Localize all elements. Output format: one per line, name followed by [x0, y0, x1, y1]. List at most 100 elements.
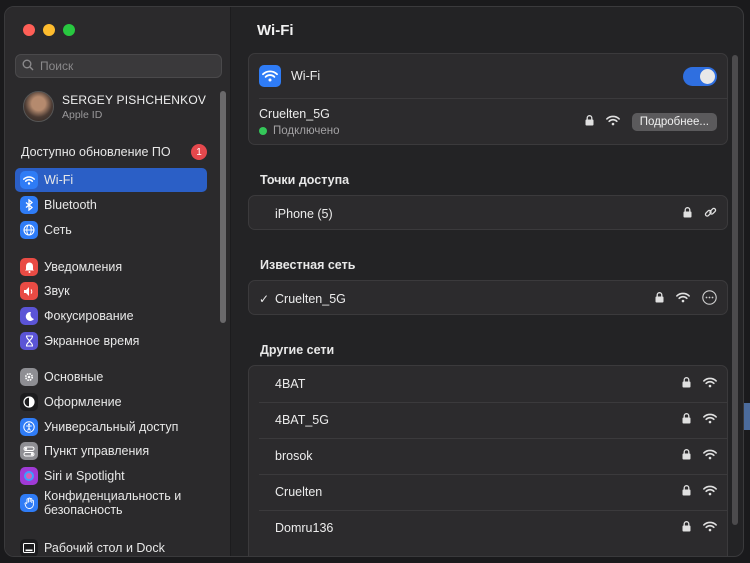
- dock-icon: [20, 539, 38, 556]
- network-row[interactable]: 4BAT: [249, 366, 727, 402]
- wifi-label: Wi-Fi: [291, 69, 321, 83]
- siri-icon: [20, 467, 38, 485]
- known-network-name: Cruelten_5G: [275, 291, 346, 306]
- wifi-signal-icon: [676, 292, 690, 306]
- lock-icon: [655, 291, 664, 306]
- search-input[interactable]: [40, 59, 210, 73]
- connection-status: Подключено: [273, 125, 340, 137]
- connected-status-dot: [259, 127, 267, 135]
- sidebar-item-2[interactable]: Сеть: [15, 218, 207, 242]
- avatar: [23, 91, 54, 122]
- wifi-icon: [259, 65, 281, 87]
- minimize-window-button[interactable]: [43, 24, 55, 36]
- sidebar-item-label: Универсальный доступ: [44, 420, 179, 434]
- sidebar-item-label: Уведомления: [44, 260, 123, 274]
- wifi-signal-icon: [703, 521, 717, 535]
- update-count-badge: 1: [191, 144, 207, 160]
- sidebar-item-5[interactable]: Фокусирование: [15, 304, 207, 328]
- lock-icon: [683, 206, 692, 221]
- software-update-item[interactable]: Доступно обновление ПО 1: [21, 144, 207, 160]
- hotspot-name: iPhone (5): [275, 206, 333, 221]
- sidebar-item-4[interactable]: Звук: [15, 279, 207, 303]
- wifi-icon: [20, 171, 38, 189]
- globe-icon: [20, 221, 38, 239]
- sidebar-item-label: Пункт управления: [44, 444, 150, 458]
- bell-icon: [20, 258, 38, 276]
- zoom-window-button[interactable]: [63, 24, 75, 36]
- sidebar-item-12[interactable]: Конфиденциальность и безопасность: [15, 489, 207, 517]
- sidebar-item-label: Bluetooth: [44, 198, 97, 212]
- known-network-row[interactable]: ✓ Cruelten_5G: [249, 281, 727, 316]
- network-row[interactable]: 4BAT_5G: [249, 402, 727, 438]
- apple-id-profile[interactable]: SERGEY PISHCHENKOV Apple ID: [23, 91, 206, 122]
- sidebar-item-11[interactable]: Siri и Spotlight: [15, 464, 207, 488]
- control-center-icon: [20, 442, 38, 460]
- sidebar-item-8[interactable]: Оформление: [15, 390, 207, 414]
- divider: [259, 98, 727, 99]
- network-name: 4BAT: [275, 377, 306, 391]
- software-update-label: Доступно обновление ПО: [21, 145, 171, 159]
- sidebar-item-label: Экранное время: [44, 334, 140, 348]
- sidebar-item-9[interactable]: Универсальный доступ: [15, 415, 207, 439]
- sidebar-item-10[interactable]: Пункт управления: [15, 439, 207, 463]
- hotspots-card: iPhone (5): [248, 195, 728, 230]
- appearance-icon: [20, 393, 38, 411]
- close-window-button[interactable]: [23, 24, 35, 36]
- details-button[interactable]: Подробнее...: [631, 113, 717, 131]
- wifi-signal-icon: [703, 413, 717, 427]
- sidebar-item-3[interactable]: Уведомления: [15, 255, 207, 279]
- wifi-card: Wi-Fi Cruelten_5G Подключено Подробнее..…: [248, 53, 728, 145]
- profile-name: SERGEY PISHCHENKOV: [62, 92, 207, 107]
- other-networks-card: 4BAT 4BAT_5Gbrosok Cruelten Domru136: [248, 365, 728, 556]
- sidebar-item-6[interactable]: Экранное время: [15, 329, 207, 353]
- sidebar-item-label: Основные: [44, 370, 104, 384]
- wifi-signal-icon: [703, 485, 717, 499]
- more-options-icon[interactable]: [702, 289, 717, 308]
- other-networks-title: Другие сети: [260, 343, 335, 357]
- hotspot-row[interactable]: iPhone (5): [249, 196, 727, 231]
- lock-icon: [682, 521, 691, 535]
- sidebar-item-label: Звук: [44, 284, 70, 298]
- sidebar-item-13[interactable]: Рабочий стол и Dock: [15, 536, 207, 556]
- sidebar-scrollbar[interactable]: [220, 91, 226, 323]
- sidebar-item-0[interactable]: Wi-Fi: [15, 168, 207, 192]
- lock-icon: [585, 115, 594, 129]
- wifi-toggle-row: Wi-Fi: [249, 60, 727, 92]
- wifi-signal-icon: [703, 449, 717, 463]
- page-title: Wi-Fi: [257, 22, 294, 39]
- hourglass-icon: [20, 332, 38, 350]
- accessibility-icon: [20, 418, 38, 436]
- network-name: Cruelten: [275, 485, 323, 499]
- sidebar-item-label: Wi-Fi: [44, 173, 74, 187]
- gear-icon: [20, 368, 38, 386]
- sidebar-item-1[interactable]: Bluetooth: [15, 193, 207, 217]
- wifi-signal-icon: [703, 377, 717, 391]
- lock-icon: [682, 449, 691, 463]
- sidebar-item-label: Рабочий стол и Dock: [44, 541, 165, 555]
- current-network-name: Cruelten_5G: [259, 107, 330, 121]
- hotspots-title: Точки доступа: [260, 173, 350, 187]
- moon-icon: [20, 307, 38, 325]
- search-field[interactable]: [15, 54, 222, 78]
- lock-icon: [682, 377, 691, 391]
- sidebar-item-label: Siri и Spotlight: [44, 469, 125, 483]
- background-window-edge: [744, 403, 750, 430]
- network-name: Domru136: [275, 521, 334, 535]
- profile-subtitle: Apple ID: [62, 108, 103, 121]
- wifi-toggle[interactable]: [683, 66, 717, 86]
- lock-icon: [682, 413, 691, 427]
- wifi-signal-icon: [605, 115, 620, 129]
- known-network-title: Известная сеть: [260, 258, 356, 272]
- checkmark-icon: ✓: [259, 291, 270, 306]
- network-row[interactable]: Cruelten: [249, 474, 727, 510]
- sidebar-item-7[interactable]: Основные: [15, 365, 207, 389]
- network-row[interactable]: Domru136: [249, 510, 727, 546]
- sidebar-item-label: Сеть: [44, 223, 72, 237]
- main-pane: Wi-Fi Wi-Fi Cruelten_5G Подключено Подро…: [232, 7, 743, 556]
- lock-icon: [682, 485, 691, 499]
- search-icon: [22, 59, 34, 74]
- network-name: brosok: [275, 449, 313, 463]
- network-row[interactable]: brosok: [249, 438, 727, 474]
- main-scrollbar[interactable]: [732, 55, 738, 525]
- link-icon: [704, 206, 717, 222]
